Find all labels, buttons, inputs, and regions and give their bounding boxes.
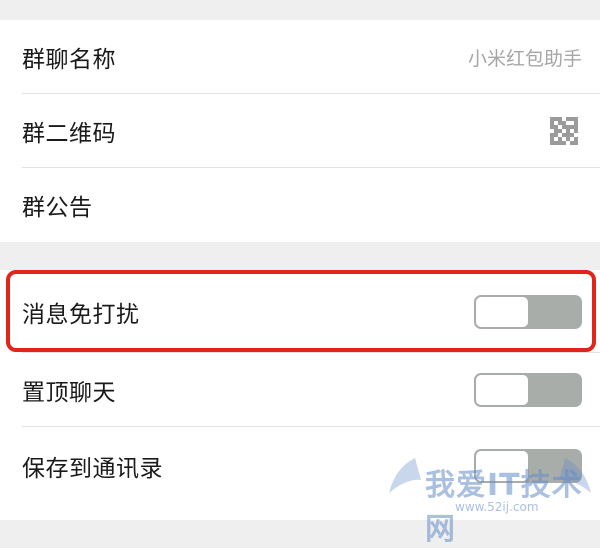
mute-notifications-row: 消息免打扰: [0, 270, 600, 353]
group-announcement-label: 群公告: [22, 195, 93, 221]
qr-code-icon: [550, 117, 578, 145]
toggle-knob: [476, 296, 528, 327]
group-name-label: 群聊名称: [22, 47, 116, 73]
top-gap: [0, 0, 600, 20]
save-to-contacts-toggle[interactable]: [474, 449, 582, 483]
group-info-section: 群聊名称 小米红包助手 群二维码 群公告: [0, 20, 600, 242]
mute-notifications-label: 消息免打扰: [22, 301, 140, 328]
group-announcement-row[interactable]: 群公告: [0, 168, 600, 242]
toggle-knob: [476, 451, 528, 481]
group-name-row[interactable]: 群聊名称 小米红包助手: [0, 20, 600, 94]
mute-notifications-toggle[interactable]: [474, 294, 582, 329]
chat-settings-section: 消息免打扰 置顶聊天 保存到通讯录: [0, 270, 600, 520]
group-qr-code-row[interactable]: 群二维码: [0, 94, 600, 168]
pin-chat-label: 置顶聊天: [22, 380, 116, 406]
group-name-value: 小米红包助手: [467, 47, 582, 70]
save-to-contacts-label: 保存到通讯录: [22, 456, 163, 482]
pin-chat-row: 置顶聊天: [0, 353, 600, 427]
pin-chat-toggle[interactable]: [474, 373, 582, 407]
section-gap: [0, 242, 600, 270]
toggle-knob: [476, 375, 528, 405]
group-qr-code-label: 群二维码: [22, 121, 116, 147]
save-to-contacts-row: 保存到通讯录: [0, 427, 600, 505]
